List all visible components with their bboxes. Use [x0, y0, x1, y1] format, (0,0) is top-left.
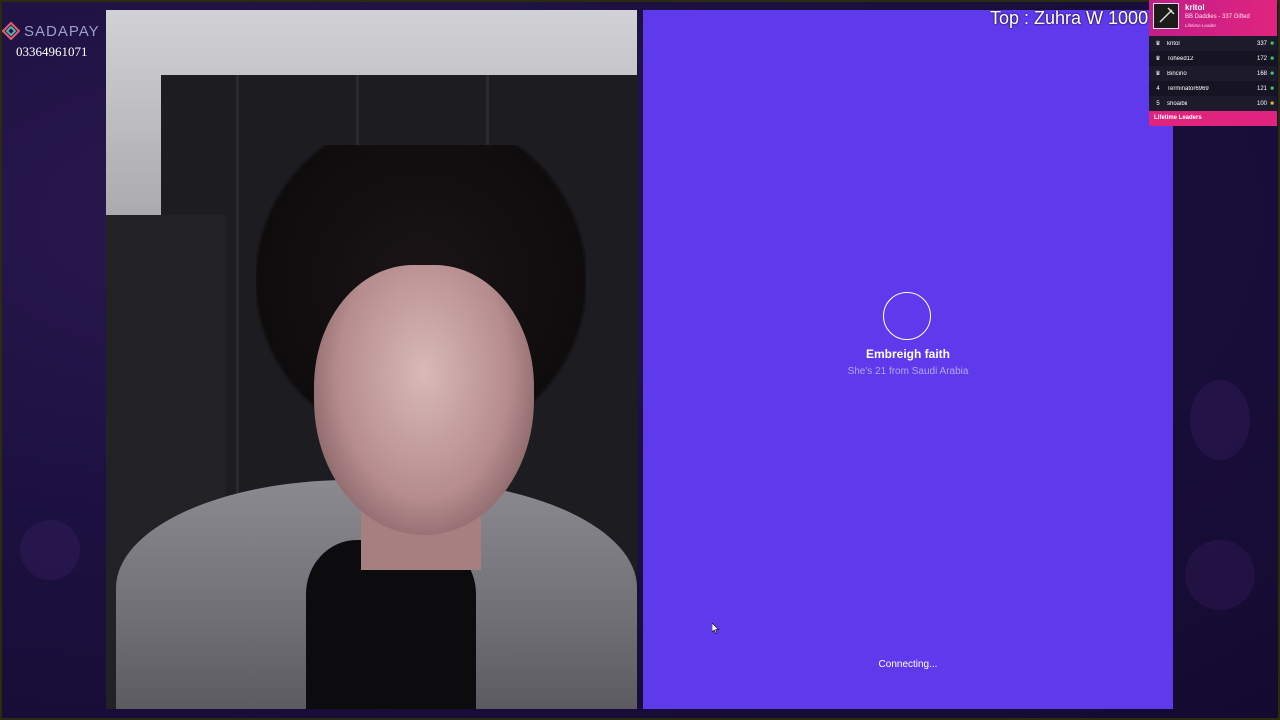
top-gifter-text: Top : Zuhra W 1000: [990, 8, 1149, 28]
leaderboard-user: kritol: [1167, 40, 1180, 47]
gift-icon: ■: [1270, 55, 1274, 62]
gift-icon: ■: [1270, 100, 1274, 107]
connection-status: Connecting...: [878, 659, 938, 670]
leaderboard-row: ♛ kritol 337 ■: [1149, 36, 1277, 51]
payment-phone-number: 03364961071: [16, 44, 88, 59]
bg-decoration: [1185, 540, 1255, 610]
leader-avatar-icon: [1159, 7, 1175, 23]
gift-icon: ■: [1270, 40, 1274, 47]
leader-avatar: [1153, 3, 1179, 29]
partner-info: She's 21 from Saudi Arabia: [847, 366, 969, 377]
leaderboard-count: 172: [1256, 55, 1267, 62]
leaderboard-header: kritol BB Daddies - 337 Gifted Lifetime …: [1149, 0, 1277, 36]
leaderboard-list: ♛ kritol 337 ■ ♛ Toheed12 172 ■ ♛ Bincin…: [1149, 36, 1277, 111]
leaderboard-row: 5 shoaibii 100 ■: [1149, 96, 1277, 111]
leader-tag: Lifetime Leader: [1185, 23, 1217, 28]
leaderboard-user: shoaibii: [1167, 100, 1188, 107]
leaderboard-user: Bincino: [1167, 70, 1187, 77]
crown-gold-icon: ♛: [1155, 41, 1161, 47]
leaderboard-rank: 4: [1156, 85, 1160, 92]
leaderboard-row: 4 Terminator6969 121 ■: [1149, 81, 1277, 96]
leaderboard-count: 337: [1256, 40, 1267, 47]
sadapay-logo-icon: [2, 22, 20, 40]
leader-name: kritol: [1185, 3, 1205, 12]
gift-icon: ■: [1270, 85, 1274, 92]
gift-icon: ■: [1270, 70, 1274, 77]
leaderboard-count: 121: [1256, 85, 1267, 92]
partner-name: Embreigh faith: [865, 347, 950, 361]
sadapay-branding: SADAPAY 03364961071: [2, 22, 106, 60]
bg-decoration: [1190, 380, 1250, 460]
partner-avatar: [883, 292, 931, 340]
sadapay-name: SADAPAY: [24, 22, 100, 40]
crown-silver-icon: ♛: [1155, 56, 1161, 62]
person-face: [314, 265, 534, 535]
leaderboard-user: Toheed12: [1167, 55, 1194, 62]
leaderboard-rank: 5: [1156, 100, 1160, 107]
leaderboard-widget: kritol BB Daddies - 337 Gifted Lifetime …: [1149, 0, 1277, 126]
leaderboard-row: ♛ Toheed12 172 ■: [1149, 51, 1277, 66]
leader-subtitle: BB Daddies - 337 Gifted: [1185, 14, 1250, 20]
webcam-feed: [106, 10, 637, 709]
crown-bronze-icon: ♛: [1155, 71, 1161, 77]
mouse-cursor-icon: [712, 623, 720, 634]
video-call-panel: Embreigh faith She's 21 from Saudi Arabi…: [643, 10, 1173, 709]
leaderboard-count: 168: [1256, 70, 1267, 77]
leaderboard-user: Terminator6969: [1167, 85, 1209, 92]
leaderboard-row: ♛ Bincino 168 ■: [1149, 66, 1277, 81]
bg-decoration: [20, 520, 80, 580]
leaderboard-footer: Lifetime Leaders: [1149, 111, 1277, 126]
leaderboard-count: 100: [1256, 100, 1267, 107]
